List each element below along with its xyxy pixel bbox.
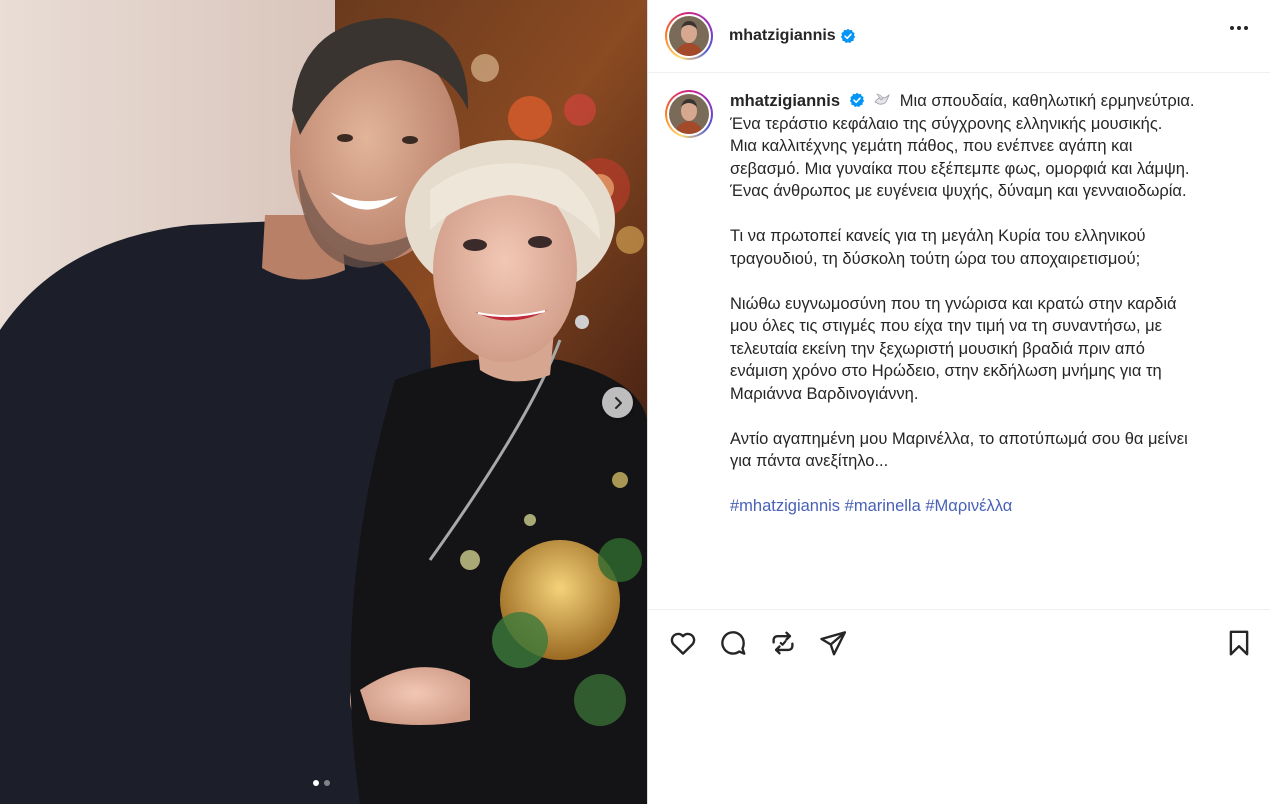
caption-text: mhatzigiannis Μια σπουδαία, καθηλωτική ε… bbox=[730, 90, 1250, 518]
more-dot-icon bbox=[1244, 26, 1248, 30]
verified-badge-icon bbox=[840, 28, 855, 43]
chevron-right-icon bbox=[614, 396, 622, 409]
heart-icon bbox=[670, 632, 696, 655]
post-panel: mhatzigiannis mhatzigiannis Μια σπουδαία… bbox=[647, 0, 1270, 804]
repost-icon bbox=[772, 631, 794, 655]
verified-badge-icon bbox=[849, 92, 864, 107]
hashtag-link[interactable]: #Μαρινέλλα bbox=[925, 497, 1012, 515]
avatar[interactable] bbox=[665, 12, 713, 60]
caption-line: ενάμιση χρόνο στο Ηρώδειο, στην εκδήλωση… bbox=[730, 362, 1162, 380]
caption-paragraph-4: Αντίο αγαπημένη μου Μαρινέλλα, το αποτύπ… bbox=[730, 428, 1250, 473]
more-options-button[interactable] bbox=[1230, 26, 1248, 30]
post-photo bbox=[0, 0, 647, 804]
caption-line: Ένας άνθρωπος με ευγένεια ψυχής, δύναμη … bbox=[730, 182, 1187, 200]
like-button[interactable] bbox=[668, 628, 698, 658]
next-slide-button[interactable] bbox=[602, 387, 633, 418]
caption-line: τελευταία εκείνη την ξεχωριστή μουσική β… bbox=[730, 339, 1145, 358]
caption-line: μου όλες τις στιγμές που είχα την τιμή ν… bbox=[730, 317, 1162, 335]
caption-line: για πάντα ανεξίτηλο... bbox=[730, 452, 889, 470]
share-button[interactable] bbox=[818, 628, 848, 658]
post-media[interactable] bbox=[0, 0, 647, 804]
share-icon bbox=[820, 631, 847, 656]
post-header: mhatzigiannis bbox=[648, 0, 1270, 73]
caption-paragraph-2: Τι να πρωτοπεί κανείς για τη μεγάλη Κυρί… bbox=[730, 225, 1250, 270]
comment-icon bbox=[721, 631, 746, 655]
carousel-indicator bbox=[313, 780, 330, 786]
hashtag-link[interactable]: #mhatzigiannis bbox=[730, 497, 840, 515]
carousel-dot-active bbox=[313, 780, 319, 786]
more-dot-icon bbox=[1230, 26, 1234, 30]
caption-line: Αντίο αγαπημένη μου Μαρινέλλα, το αποτύπ… bbox=[730, 429, 1188, 448]
caption-line: Νιώθω ευγνωμοσύνη που τη γνώρισα και κρα… bbox=[730, 294, 1177, 313]
hashtags: #mhatzigiannis #marinella #Μαρινέλλα bbox=[730, 495, 1250, 518]
carousel-dot bbox=[324, 780, 330, 786]
save-button[interactable] bbox=[1224, 628, 1254, 658]
caption-line: Μια καλλιτέχνης γεμάτη πάθος, που ενέπνε… bbox=[730, 137, 1133, 155]
caption-line: Μαριάννα Βαρδινογιάννη. bbox=[730, 384, 919, 403]
bookmark-icon bbox=[1229, 630, 1249, 656]
action-bar bbox=[648, 609, 1270, 673]
caption-first-line: mhatzigiannis Μια σπουδαία, καθηλωτική ε… bbox=[730, 90, 1250, 113]
repost-button[interactable] bbox=[768, 628, 798, 658]
caption-line: σεβασμό. Μια γυναίκα που εξέπεμπε φως, ο… bbox=[730, 159, 1190, 178]
caption-paragraph-1: mhatzigiannis Μια σπουδαία, καθηλωτική ε… bbox=[730, 90, 1250, 203]
avatar-image bbox=[669, 16, 709, 56]
caption-line: Ένα τεράστιο κεφάλαιο της σύγχρονης ελλη… bbox=[730, 114, 1163, 133]
caption: mhatzigiannis Μια σπουδαία, καθηλωτική ε… bbox=[665, 90, 1256, 518]
caption-line: Μια σπουδαία, καθηλωτική ερμηνεύτρια. bbox=[899, 92, 1195, 110]
comment-button[interactable] bbox=[718, 628, 748, 658]
caption-username[interactable]: mhatzigiannis bbox=[730, 92, 840, 110]
header-username[interactable]: mhatzigiannis bbox=[729, 27, 836, 45]
avatar-image bbox=[669, 94, 709, 134]
dove-icon bbox=[874, 93, 891, 105]
more-dot-icon bbox=[1237, 26, 1241, 30]
hashtag-link[interactable]: #marinella bbox=[845, 497, 921, 515]
caption-paragraph-3: Νιώθω ευγνωμοσύνη που τη γνώρισα και κρα… bbox=[730, 293, 1250, 406]
caption-line: Τι να πρωτοπεί κανείς για τη μεγάλη Κυρί… bbox=[730, 227, 1146, 245]
caption-avatar[interactable] bbox=[665, 90, 713, 138]
caption-line: τραγουδιού, τη δύσκολη τούτη ώρα του απο… bbox=[730, 249, 1141, 268]
